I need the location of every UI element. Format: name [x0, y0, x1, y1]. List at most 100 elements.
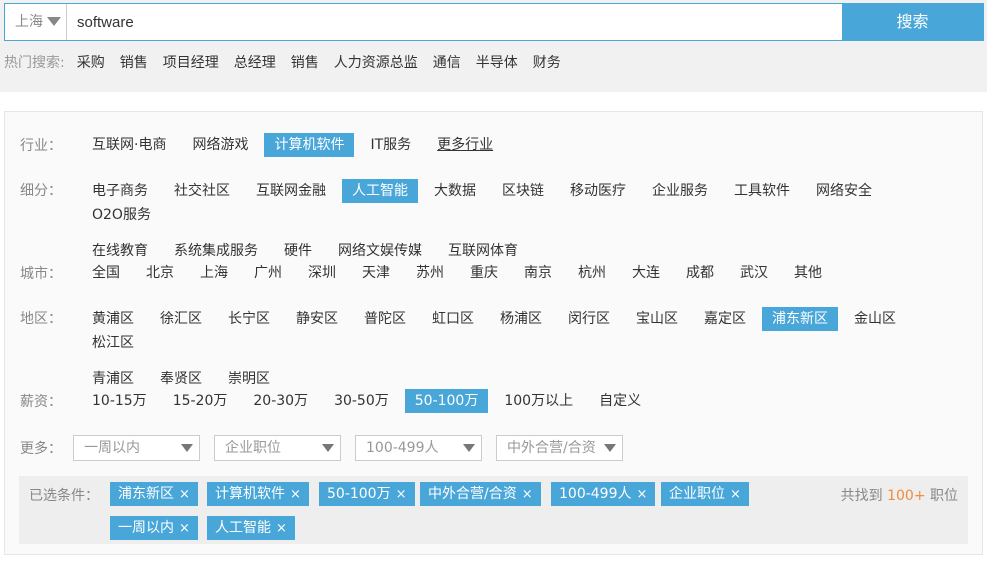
- district-option[interactable]: 嘉定区: [694, 307, 756, 331]
- district-option[interactable]: 杨浦区: [490, 307, 552, 331]
- city-option[interactable]: 杭州: [568, 261, 616, 285]
- district-option[interactable]: 普陀区: [354, 307, 416, 331]
- close-icon[interactable]: ×: [179, 521, 190, 536]
- custom-salary-option[interactable]: 自定义: [589, 389, 651, 413]
- close-icon[interactable]: ×: [396, 487, 407, 502]
- selected-tag[interactable]: 浦东新区 ×: [110, 482, 198, 506]
- city-option[interactable]: 重庆: [460, 261, 508, 285]
- salary-option[interactable]: 10-15万: [82, 389, 157, 413]
- industry-option[interactable]: 互联网·电商: [82, 133, 176, 157]
- city-option[interactable]: 武汉: [730, 261, 778, 285]
- city-option[interactable]: 南京: [514, 261, 562, 285]
- salary-option-selected[interactable]: 50-100万: [404, 389, 489, 413]
- district-option[interactable]: 闵行区: [558, 307, 620, 331]
- hot-search-item[interactable]: 财务: [533, 52, 561, 72]
- hot-search-item[interactable]: 采购: [77, 52, 105, 72]
- district-option[interactable]: 青浦区: [82, 367, 144, 391]
- search-button[interactable]: 搜索: [842, 4, 983, 40]
- subcategory-option[interactable]: 系统集成服务: [164, 239, 268, 263]
- city-option[interactable]: 成都: [676, 261, 724, 285]
- city-option[interactable]: 上海: [190, 261, 238, 285]
- district-option[interactable]: 静安区: [286, 307, 348, 331]
- subcategory-option[interactable]: 网络安全: [806, 179, 882, 203]
- salary-option[interactable]: 15-20万: [163, 389, 238, 413]
- subcategory-option[interactable]: 网络文娱传媒: [328, 239, 432, 263]
- city-option[interactable]: 全国: [82, 261, 130, 285]
- city-select[interactable]: 上海: [5, 4, 67, 40]
- filter-row-district: 地区： 黄浦区 徐汇区 长宁区 静安区 普陀区 虹口区 杨浦区 闵行区 宝山区 …: [20, 307, 972, 391]
- subcategory-options: 电子商务 社交社区 互联网金融 人工智能 大数据 区块链 移动医疗 企业服务 工…: [82, 179, 972, 263]
- company-size-value: 100-499人: [366, 440, 439, 456]
- selected-tag[interactable]: 中外合营/合资 ×: [420, 482, 541, 506]
- district-option[interactable]: 虹口区: [422, 307, 484, 331]
- city-option[interactable]: 苏州: [406, 261, 454, 285]
- subcategory-option[interactable]: 社交社区: [164, 179, 240, 203]
- selected-tag[interactable]: 计算机软件 ×: [207, 482, 309, 506]
- close-icon[interactable]: ×: [637, 487, 648, 502]
- district-option[interactable]: 宝山区: [626, 307, 688, 331]
- selected-tag[interactable]: 100-499人 ×: [551, 482, 656, 506]
- filter-row-city: 城市： 全国 北京 上海 广州 深圳 天津 苏州 重庆 南京 杭州 大连 成都 …: [20, 261, 838, 285]
- subcategory-option[interactable]: 硬件: [274, 239, 322, 263]
- subcategory-option[interactable]: 电子商务: [82, 179, 158, 203]
- hot-search-item[interactable]: 项目经理: [163, 52, 219, 72]
- job-source-select[interactable]: 企业职位: [214, 435, 341, 461]
- district-option[interactable]: 崇明区: [218, 367, 280, 391]
- district-option[interactable]: 松江区: [82, 331, 144, 355]
- subcategory-option[interactable]: O2O服务: [82, 203, 161, 227]
- hot-search-item[interactable]: 总经理: [234, 52, 276, 72]
- hot-search-item[interactable]: 销售: [291, 52, 319, 72]
- subcategory-option[interactable]: 企业服务: [642, 179, 718, 203]
- district-option[interactable]: 长宁区: [218, 307, 280, 331]
- city-option[interactable]: 大连: [622, 261, 670, 285]
- close-icon[interactable]: ×: [290, 487, 301, 502]
- salary-option[interactable]: 20-30万: [243, 389, 318, 413]
- subcategory-option[interactable]: 互联网体育: [438, 239, 528, 263]
- hot-search-item[interactable]: 销售: [120, 52, 148, 72]
- filter-label-salary: 薪资：: [20, 394, 62, 410]
- industry-option-selected[interactable]: 计算机软件: [264, 133, 355, 157]
- district-option[interactable]: 金山区: [844, 307, 906, 331]
- close-icon[interactable]: ×: [179, 487, 190, 502]
- hot-search-item[interactable]: 通信: [433, 52, 461, 72]
- selected-tag[interactable]: 人工智能 ×: [207, 516, 295, 540]
- hot-search-item[interactable]: 人力资源总监: [334, 52, 418, 72]
- subcategory-option-selected[interactable]: 人工智能: [342, 179, 418, 203]
- triangle-down-icon: [181, 444, 193, 452]
- city-option[interactable]: 深圳: [298, 261, 346, 285]
- district-option[interactable]: 徐汇区: [150, 307, 212, 331]
- subcategory-option[interactable]: 大数据: [424, 179, 486, 203]
- close-icon[interactable]: ×: [730, 487, 741, 502]
- selected-tag[interactable]: 企业职位 ×: [661, 482, 749, 506]
- city-option[interactable]: 广州: [244, 261, 292, 285]
- close-icon[interactable]: ×: [522, 487, 533, 502]
- city-option[interactable]: 北京: [136, 261, 184, 285]
- result-prefix: 共找到: [840, 488, 883, 504]
- subcategory-option[interactable]: 互联网金融: [246, 179, 336, 203]
- time-posted-select[interactable]: 一周以内: [73, 435, 200, 461]
- company-type-select[interactable]: 中外合营/合资: [496, 435, 623, 461]
- close-icon[interactable]: ×: [276, 521, 287, 536]
- city-option[interactable]: 天津: [352, 261, 400, 285]
- district-option[interactable]: 奉贤区: [150, 367, 212, 391]
- selected-tag[interactable]: 50-100万 ×: [319, 482, 415, 506]
- filter-label-subcategory: 细分：: [20, 183, 62, 199]
- subcategory-option[interactable]: 在线教育: [82, 239, 158, 263]
- district-option[interactable]: 黄浦区: [82, 307, 144, 331]
- industry-option[interactable]: 网络游戏: [182, 133, 258, 157]
- subcategory-option[interactable]: 区块链: [492, 179, 554, 203]
- triangle-down-icon: [322, 444, 334, 452]
- district-option-selected[interactable]: 浦东新区: [762, 307, 838, 331]
- subcategory-option[interactable]: 移动医疗: [560, 179, 636, 203]
- salary-option[interactable]: 100万以上: [494, 389, 583, 413]
- search-input[interactable]: [77, 4, 837, 40]
- hot-search-item[interactable]: 半导体: [476, 52, 518, 72]
- selected-tag[interactable]: 一周以内 ×: [110, 516, 198, 540]
- subcategory-option[interactable]: 工具软件: [724, 179, 800, 203]
- company-size-select[interactable]: 100-499人: [355, 435, 482, 461]
- industry-option[interactable]: IT服务: [360, 133, 421, 157]
- selected-tag-label: 中外合营/合资: [428, 486, 517, 502]
- salary-option[interactable]: 30-50万: [324, 389, 399, 413]
- more-industries-link[interactable]: 更多行业: [427, 133, 503, 157]
- city-option[interactable]: 其他: [784, 261, 832, 285]
